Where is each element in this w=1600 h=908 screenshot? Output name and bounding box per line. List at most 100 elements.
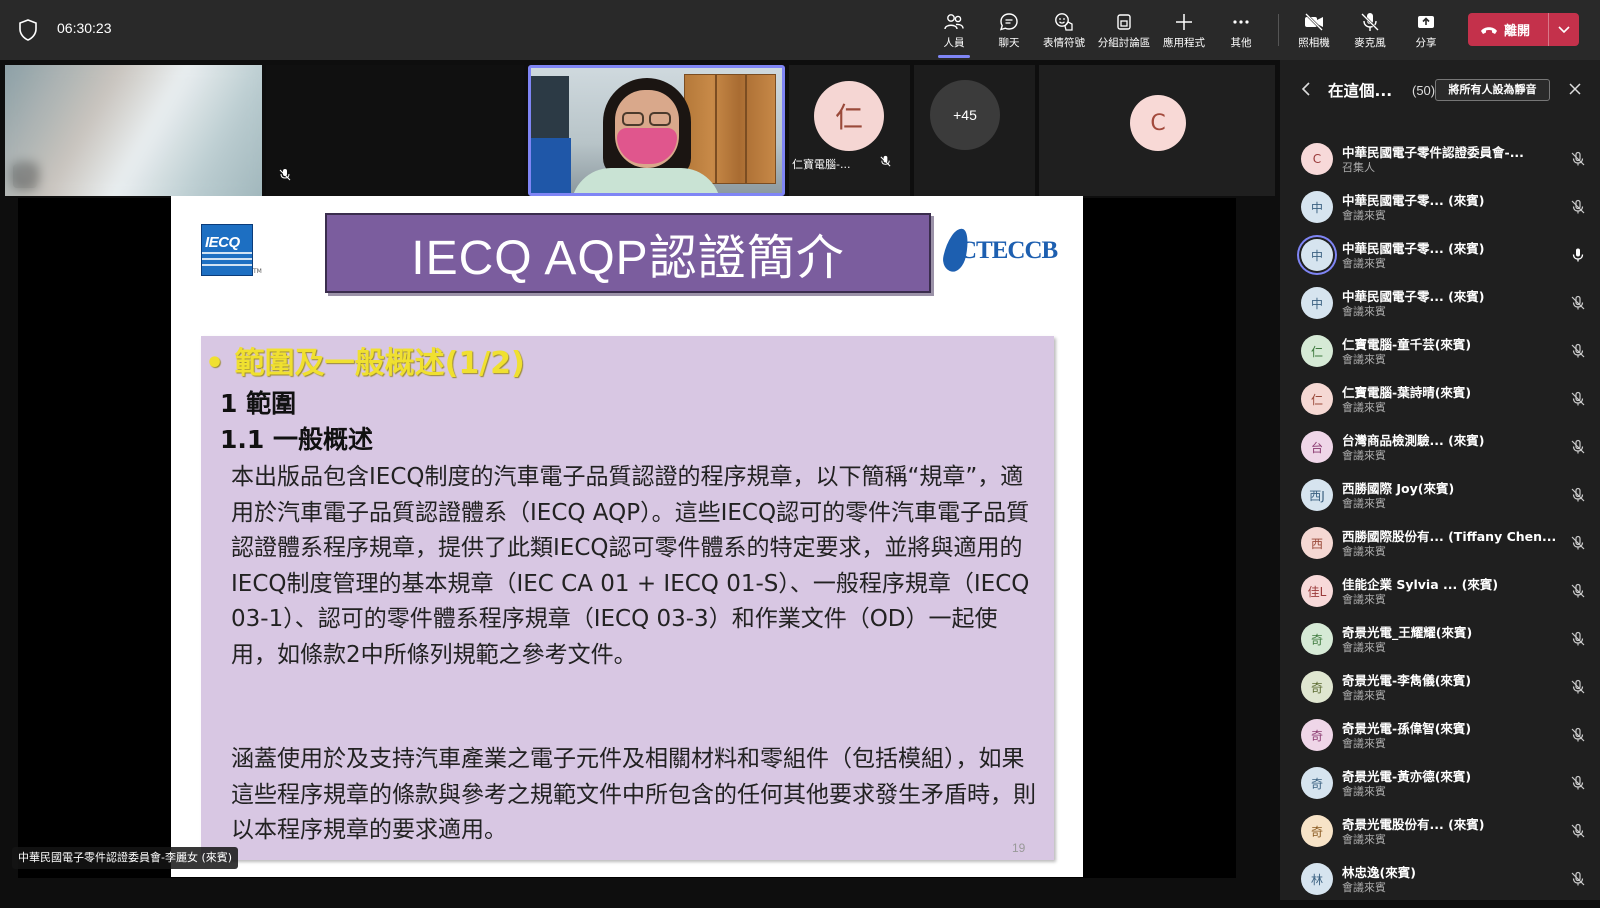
participant-avatar: 林 (1301, 863, 1333, 895)
participant-mic-status[interactable] (1570, 823, 1586, 843)
add-apps-icon (1176, 14, 1192, 30)
participant-row[interactable]: 西西勝國際股份有... (Tiffany Chen... 會議來賓 (1280, 524, 1600, 572)
cteccb-logo: CTECCB (940, 226, 1067, 278)
share-button[interactable]: 分享 (1398, 6, 1454, 56)
participants-panel: 在這個... (50) 將所有人設為靜音 C 中華民國電子零件認證委員會-... 召… (1280, 60, 1600, 900)
participant-mic-status[interactable] (1570, 871, 1586, 891)
participant-row[interactable]: 仁仁寶電腦-葉詩晴(來賓) 會議來賓 (1280, 380, 1600, 428)
share-icon (1418, 16, 1434, 28)
meeting-toolbar: 06:30:23 人員 聊天 表情符號 分組討論區 應用程式 其他 照相機 麥克… (0, 0, 1600, 60)
participant-row[interactable]: 奇奇景光電股份有... (來賓) 會議來賓 (1280, 812, 1600, 860)
participant-role: 會議來賓 (1342, 593, 1386, 606)
participant-mic-status[interactable] (1570, 439, 1586, 459)
mic-off-icon (1571, 775, 1585, 790)
apps-label: 應用程式 (1163, 37, 1205, 49)
mic-off-icon (1361, 13, 1379, 31)
people-label: 人員 (943, 37, 965, 49)
camera-button[interactable]: 照相機 (1286, 6, 1342, 56)
video-tile-avatar-c[interactable]: C (1039, 65, 1275, 196)
video-tile-dark[interactable] (266, 65, 524, 196)
participant-avatar: 西 (1301, 527, 1333, 559)
leave-button[interactable]: 離開 (1468, 13, 1548, 46)
participant-row[interactable]: 林林忠逸(來賓) 會議來賓 (1280, 860, 1600, 908)
chat-label: 聊天 (998, 37, 1020, 49)
video-tile-avatar[interactable]: 仁 仁寶電腦-... (789, 65, 910, 196)
slide-content-box: • 範圍及一般概述(1/2) 1 範圍 1.1 一般概述 本出版品包含IECQ制… (201, 336, 1054, 860)
participant-mic-status[interactable] (1570, 247, 1586, 267)
reactions-icon (1055, 13, 1073, 31)
participant-row[interactable]: 奇奇景光電-黃亦德(來賓) 會議來賓 (1280, 764, 1600, 812)
participant-avatar: 西J (1301, 479, 1333, 511)
participant-row[interactable]: 中中華民國電子零... (來賓) 會議來賓 (1280, 284, 1600, 332)
microphone-button[interactable]: 麥克風 (1342, 6, 1398, 56)
participant-role: 會議來賓 (1342, 785, 1386, 798)
slide-title-banner: IECQ AQP認證簡介 (325, 213, 931, 293)
video-tile-active-speaker[interactable] (528, 65, 785, 196)
participant-mic-status[interactable] (1570, 295, 1586, 315)
participant-mic-status[interactable] (1570, 679, 1586, 699)
video-tile-blurred[interactable] (5, 65, 262, 196)
leave-options-button[interactable] (1549, 13, 1579, 46)
trademark-mark: TM (253, 268, 262, 275)
video-tile-overflow[interactable]: +45 (914, 65, 1035, 196)
more-icon (1233, 20, 1249, 24)
participant-avatar: 仁 (1301, 335, 1333, 367)
participant-avatar: 奇 (1301, 815, 1333, 847)
mic-off-icon (1571, 679, 1585, 694)
apps-button[interactable]: 應用程式 (1156, 6, 1212, 56)
participant-role: 會議來賓 (1342, 881, 1386, 894)
participant-row[interactable]: C 中華民國電子零件認證委員會-... 召集人 (1280, 140, 1600, 188)
participant-role: 召集人 (1342, 161, 1375, 174)
participant-row[interactable]: 佳L 佳能企業 Sylvia ... (來賓) 會議來賓 (1280, 572, 1600, 620)
chevron-left-icon[interactable] (1301, 81, 1311, 97)
leave-label: 離開 (1504, 24, 1531, 39)
people-button[interactable]: 人員 (926, 6, 982, 58)
participant-mic-status[interactable] (1570, 199, 1586, 219)
participant-row[interactable]: 西J 西勝國際 Joy(來賓) 會議來賓 (1280, 476, 1600, 524)
mic-on-icon (1572, 248, 1584, 262)
participant-row[interactable]: 中中華民國電子零... (來賓) 會議來賓 (1280, 236, 1600, 284)
chat-icon (999, 13, 1018, 31)
mic-off-icon (1571, 439, 1585, 454)
mute-all-button[interactable]: 將所有人設為靜音 (1435, 79, 1550, 101)
slide-paragraph: 涵蓋使用於及支持汽車產業之電子元件及相關材料和零組件（包括模組），如果這些程序規… (231, 746, 1036, 843)
participant-row[interactable]: 仁仁寶電腦-童千芸(來賓) 會議來賓 (1280, 332, 1600, 380)
webcam-feed (531, 68, 782, 193)
participant-row[interactable]: 奇奇景光電-李雋儀(來賓) 會議來賓 (1280, 668, 1600, 716)
participant-avatar: 奇 (1301, 719, 1333, 751)
presenter-name-label: 中華民國電子零件認證委員會-李麗女 (來賓) (12, 847, 239, 869)
share-label: 分享 (1415, 37, 1437, 49)
participant-row[interactable]: 奇奇景光電_王耀耀(來賓) 會議來賓 (1280, 620, 1600, 668)
participant-mic-status[interactable] (1570, 631, 1586, 651)
close-icon[interactable] (1568, 82, 1582, 96)
participant-mic-status[interactable] (1570, 343, 1586, 363)
participant-role: 會議來賓 (1342, 401, 1386, 414)
microphone-label: 麥克風 (1354, 37, 1386, 49)
mic-off-icon (1571, 631, 1585, 646)
participant-mic-status[interactable] (1570, 535, 1586, 555)
participant-row[interactable]: 台台灣商品檢測驗... (來賓) 會議來賓 (1280, 428, 1600, 476)
participant-avatar: 佳L (1301, 575, 1333, 607)
participant-row[interactable]: 奇奇景光電-孫偉智(來賓) 會議來賓 (1280, 716, 1600, 764)
breakout-rooms-button[interactable]: 分組討論區 (1096, 6, 1152, 56)
participant-row[interactable]: 中中華民國電子零... (來賓) 會議來賓 (1280, 188, 1600, 236)
participant-avatar: 中 (1301, 239, 1333, 271)
participant-avatar: C (1130, 95, 1186, 151)
participant-mic-status[interactable] (1570, 727, 1586, 747)
participant-mic-status[interactable] (1570, 775, 1586, 795)
breakout-rooms-icon (1117, 14, 1131, 30)
slide-bullet-heading: • 範圍及一般概述(1/2) (205, 346, 525, 381)
hang-up-icon (1481, 26, 1497, 34)
shield-icon (19, 19, 37, 41)
participant-mic-status[interactable] (1570, 487, 1586, 507)
participant-mic-status[interactable] (1570, 391, 1586, 411)
participant-avatar: C (1301, 143, 1333, 175)
chat-button[interactable]: 聊天 (981, 6, 1037, 56)
reactions-button[interactable]: 表情符號 (1036, 6, 1092, 56)
mic-off-icon (1571, 343, 1585, 358)
more-button[interactable]: 其他 (1213, 6, 1269, 56)
slide-paragraph: 本出版品包含IECQ制度的汽車電子品質認證的程序規章，以下簡稱“規章”，適用於汽… (231, 464, 1030, 668)
participant-mic-status[interactable] (1570, 583, 1586, 603)
participant-role: 會議來賓 (1342, 305, 1386, 318)
participant-mic-status[interactable] (1570, 151, 1586, 171)
